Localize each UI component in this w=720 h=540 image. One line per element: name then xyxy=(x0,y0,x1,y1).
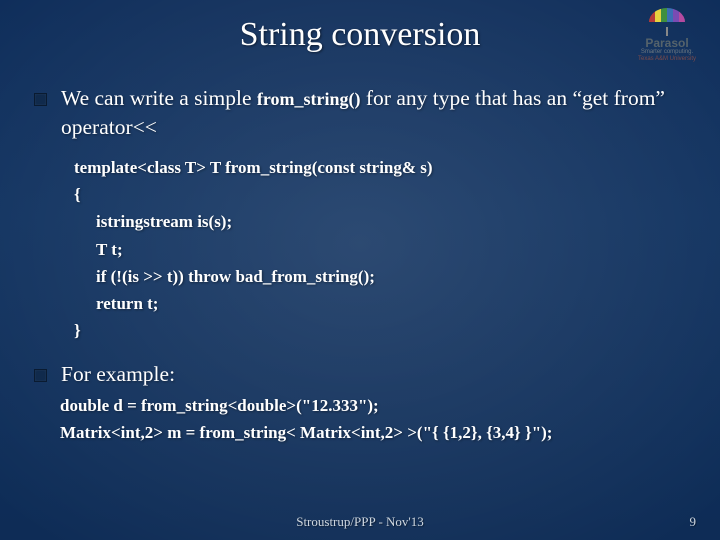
footer-text: Stroustrup/PPP - Nov'13 xyxy=(0,514,720,530)
bullet-1-prefix: We can write a simple xyxy=(61,86,257,110)
code-line-6: return t; xyxy=(74,290,690,317)
page-title: String conversion xyxy=(0,16,720,54)
umbrella-icon xyxy=(649,8,685,22)
code-block: template<class T> T from_string(const st… xyxy=(74,154,690,344)
bullet-2: For example: xyxy=(34,360,690,389)
umbrella-handle xyxy=(666,27,668,36)
example-line-1: double d = from_string<double>("12.333")… xyxy=(60,393,690,419)
slide-content: We can write a simple from_string() for … xyxy=(34,84,690,446)
code-line-7: } xyxy=(74,317,690,344)
example-line-2: Matrix<int,2> m = from_string< Matrix<in… xyxy=(60,420,690,446)
bullet-2-text: For example: xyxy=(61,360,175,389)
page-number: 9 xyxy=(690,514,697,530)
bullet-1-code: from_string() xyxy=(257,89,361,109)
bullet-1: We can write a simple from_string() for … xyxy=(34,84,690,142)
code-line-2: { xyxy=(74,181,690,208)
logo-tagline-2: Texas A&M University xyxy=(628,56,706,63)
code-line-1: template<class T> T from_string(const st… xyxy=(74,154,690,181)
bullet-marker-icon xyxy=(34,93,47,106)
bullet-marker-icon xyxy=(34,369,47,382)
code-line-4: T t; xyxy=(74,236,690,263)
code-line-3: istringstream is(s); xyxy=(74,208,690,235)
parasol-logo: Parasol Smarter computing. Texas A&M Uni… xyxy=(628,8,706,62)
code-line-5: if (!(is >> t)) throw bad_from_string(); xyxy=(74,263,690,290)
example-block: double d = from_string<double>("12.333")… xyxy=(60,393,690,446)
bullet-1-text: We can write a simple from_string() for … xyxy=(61,84,690,142)
logo-tagline-1: Smarter computing. xyxy=(628,49,706,56)
logo-brand: Parasol xyxy=(628,37,706,49)
